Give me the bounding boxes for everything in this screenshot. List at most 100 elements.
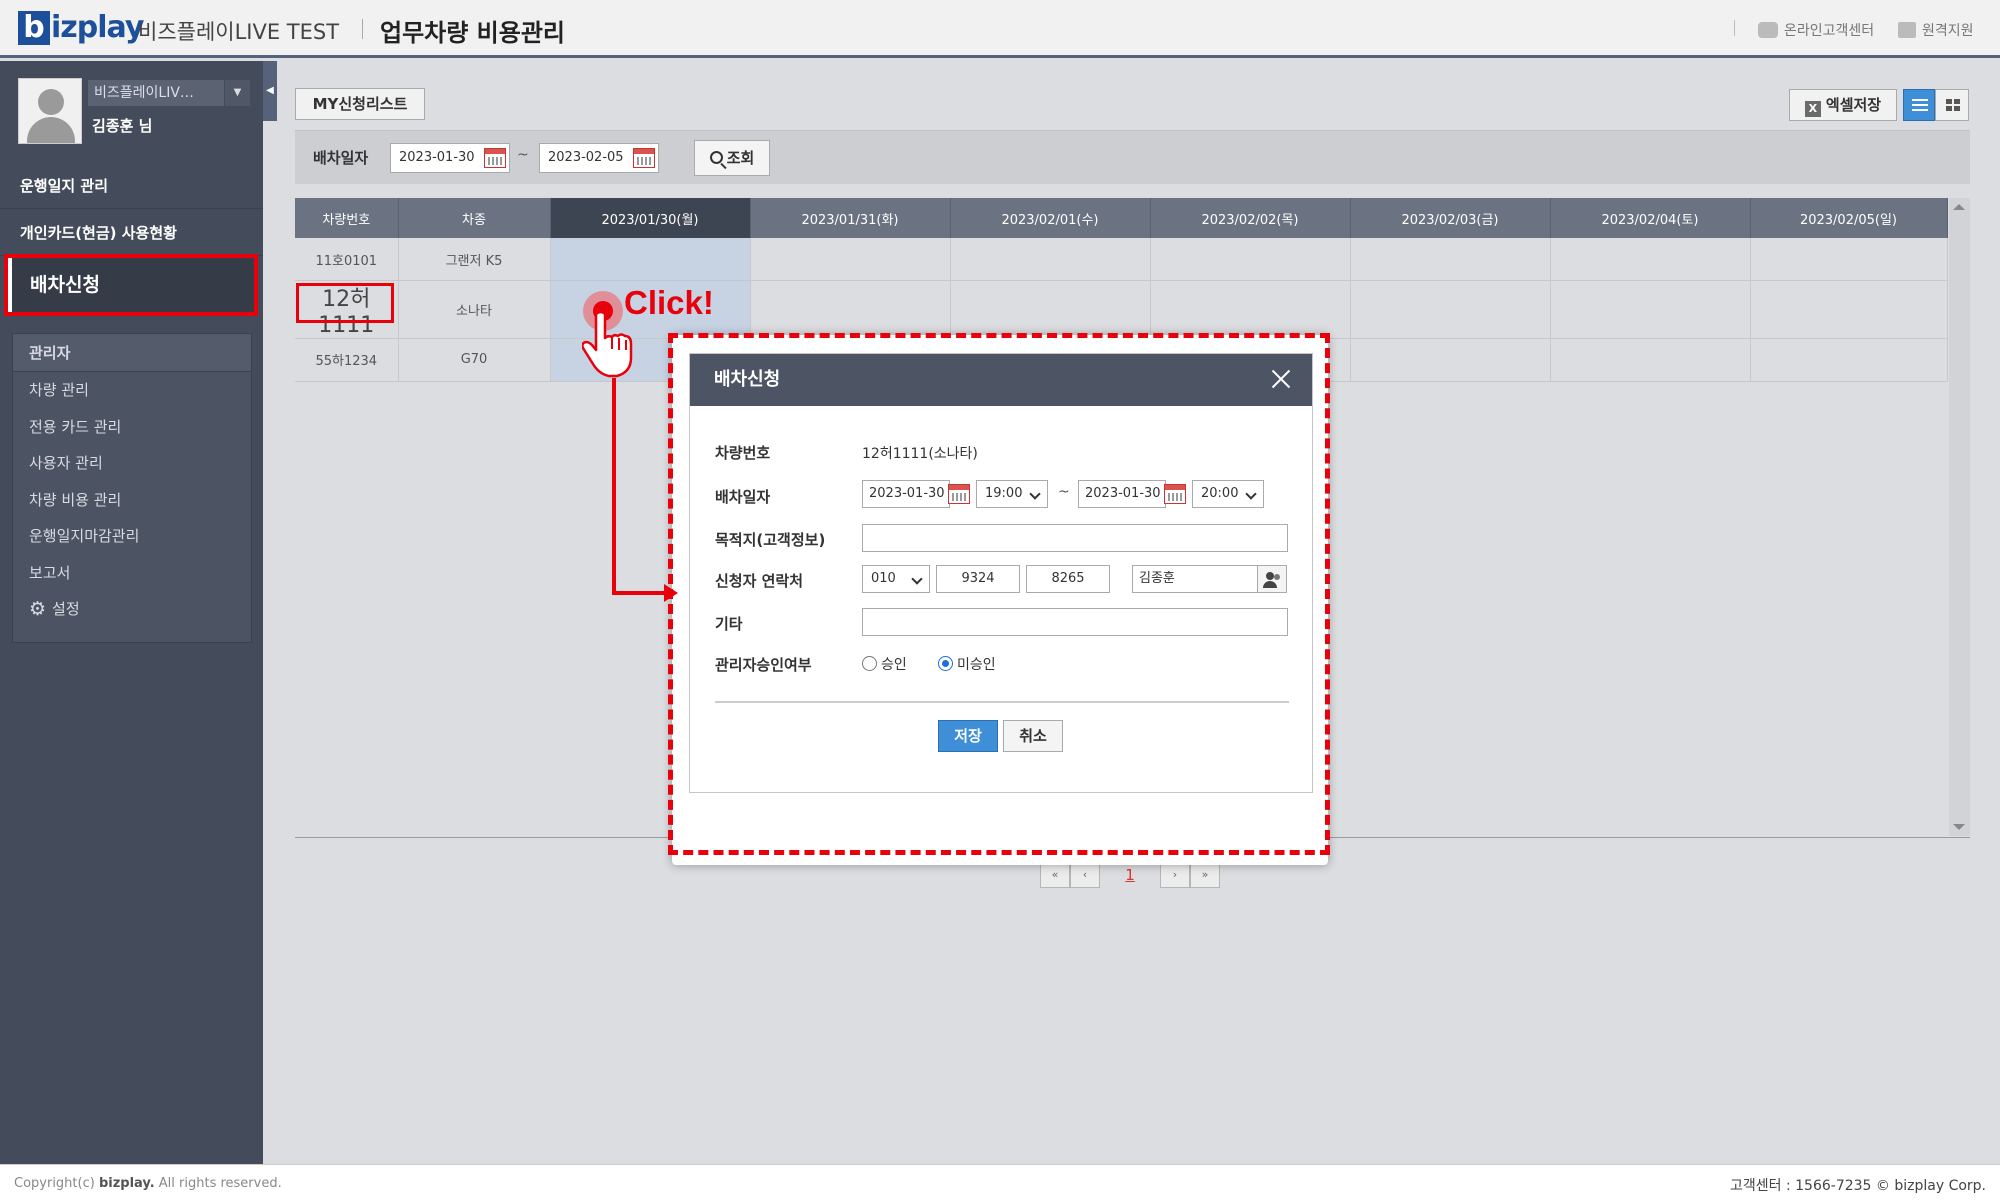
col-date[interactable]: 2023/02/05(일)	[1750, 198, 1948, 238]
search-date-label: 배차일자	[313, 149, 369, 167]
scroll-up-icon[interactable]	[1953, 204, 1965, 210]
user-name: 김종훈 님	[92, 117, 153, 135]
col-model: 차종	[398, 198, 551, 238]
site-name: 비즈플레이LIVE TEST	[138, 20, 340, 44]
cell-car-no: 11호0101	[295, 238, 399, 281]
list-view-button[interactable]	[1903, 89, 1935, 121]
search-bar: 배차일자 2023-01-30 ~ 2023-02-05 조회	[295, 130, 1970, 184]
col-date[interactable]: 2023/01/31(화)	[750, 198, 951, 238]
click-annotation: Click!	[624, 284, 714, 321]
logo-mark: b	[18, 10, 50, 45]
annotation-arrow	[612, 378, 616, 594]
my-request-list-button[interactable]: MY신청리스트	[295, 88, 425, 120]
table-row: 11호0101 그랜저 K5	[295, 238, 1948, 281]
copyright-suffix: All rights reserved.	[154, 1176, 282, 1191]
remote-support-label: 원격지원	[1922, 23, 1974, 39]
online-center-label: 온라인고객센터	[1784, 23, 1875, 39]
gear-icon: ⚙	[29, 598, 47, 620]
schedule-cell[interactable]	[1750, 338, 1948, 382]
admin-item-log-close[interactable]: 운행일지마감관리	[13, 518, 251, 555]
scroll-down-icon[interactable]	[1953, 824, 1965, 830]
chevron-down-icon[interactable]: ▼	[224, 80, 250, 106]
search-from-value: 2023-01-30	[399, 150, 475, 165]
table-row: 12허1111 소나타	[295, 280, 1948, 339]
grid-icon	[1946, 99, 1960, 112]
avatar-body	[27, 117, 75, 143]
company-select[interactable]: 비즈플레이LIV… ▼	[88, 80, 250, 106]
admin-item-vehicle[interactable]: 차량 관리	[13, 372, 251, 409]
search-button[interactable]: 조회	[694, 140, 770, 176]
avatar-head	[38, 89, 64, 115]
page-first-button[interactable]: «	[1040, 862, 1070, 888]
page-prev-button[interactable]: ‹	[1070, 862, 1100, 888]
schedule-cell[interactable]	[750, 280, 951, 339]
grid-view-button[interactable]	[1935, 89, 1969, 121]
search-from-date[interactable]: 2023-01-30	[390, 143, 510, 173]
schedule-cell[interactable]	[1350, 238, 1551, 281]
chat-icon	[1758, 22, 1778, 38]
table-header-row: 차량번호 차종 2023/01/30(월) 2023/01/31(화) 2023…	[295, 198, 1948, 238]
admin-item-settings[interactable]: ⚙ 설정	[13, 591, 251, 628]
annotation-arrow	[612, 591, 667, 595]
col-date[interactable]: 2023/02/01(수)	[950, 198, 1151, 238]
dialog-highlight-frame	[668, 333, 1330, 855]
calendar-icon[interactable]	[633, 148, 655, 168]
schedule-cell[interactable]	[1150, 238, 1351, 281]
user-profile: 비즈플레이LIV… ▼ 김종훈 님	[18, 78, 254, 144]
col-car-no: 차량번호	[295, 198, 399, 238]
cell-model: G70	[398, 338, 551, 382]
pagination: « ‹ 1 › »	[1040, 862, 1220, 888]
app-header: b izplay 비즈플레이LIVE TEST 업무차량 비용관리 온라인고객센…	[0, 0, 2000, 58]
page-number[interactable]: 1	[1100, 866, 1160, 884]
excel-save-label: 엑셀저장	[1825, 96, 1882, 114]
menu-dispatch-request[interactable]: 배차신청	[4, 254, 258, 316]
menu-drive-log[interactable]: 운행일지 관리	[0, 163, 263, 209]
footer: Copyright(c) bizplay. All rights reserve…	[0, 1164, 2000, 1201]
admin-item-card[interactable]: 전용 카드 관리	[13, 409, 251, 446]
schedule-cell[interactable]	[1750, 238, 1948, 281]
cell-car-no: 55하1234	[295, 338, 399, 382]
avatar	[18, 78, 82, 144]
company-select-value: 비즈플레이LIV…	[94, 85, 194, 101]
menu-personal-card[interactable]: 개인카드(현금) 사용현황	[0, 210, 263, 256]
col-date[interactable]: 2023/02/02(목)	[1150, 198, 1351, 238]
copyright-brand: bizplay.	[98, 1176, 155, 1191]
customer-center: 고객센터 : 1566-7235 © bizplay Corp.	[1730, 1178, 1986, 1194]
admin-item-report[interactable]: 보고서	[13, 555, 251, 592]
logo-text: izplay	[51, 10, 144, 45]
cell-model: 소나타	[398, 280, 551, 339]
schedule-cell[interactable]	[1550, 280, 1751, 339]
col-date[interactable]: 2023/01/30(월)	[550, 198, 751, 238]
schedule-cell[interactable]	[1550, 238, 1751, 281]
sidebar-collapse-toggle[interactable]: ◀	[263, 61, 277, 121]
schedule-cell[interactable]	[1150, 280, 1351, 339]
page-next-button[interactable]: ›	[1160, 862, 1190, 888]
schedule-cell[interactable]	[550, 238, 751, 281]
schedule-cell[interactable]	[1750, 280, 1948, 339]
schedule-cell[interactable]	[1350, 280, 1551, 339]
menu-dispatch-request-label: 배차신청	[30, 274, 100, 296]
schedule-cell[interactable]	[1350, 338, 1551, 382]
remote-support-link[interactable]: 원격지원	[1898, 20, 1974, 40]
calendar-icon[interactable]	[484, 148, 506, 168]
list-icon	[1912, 99, 1928, 111]
schedule-cell[interactable]	[950, 238, 1151, 281]
table-scrollbar[interactable]	[1949, 198, 1970, 836]
schedule-cell[interactable]	[750, 238, 951, 281]
online-center-link[interactable]: 온라인고객센터	[1758, 20, 1874, 40]
copyright: Copyright(c) bizplay. All rights reserve…	[14, 1176, 282, 1191]
schedule-cell[interactable]	[1550, 338, 1751, 382]
search-to-value: 2023-02-05	[548, 150, 624, 165]
col-date[interactable]: 2023/02/03(금)	[1350, 198, 1551, 238]
excel-save-button[interactable]: X 엑셀저장	[1789, 89, 1897, 121]
admin-item-cost[interactable]: 차량 비용 관리	[13, 482, 251, 519]
col-date[interactable]: 2023/02/04(토)	[1550, 198, 1751, 238]
search-to-date[interactable]: 2023-02-05	[539, 143, 659, 173]
schedule-cell[interactable]	[950, 280, 1151, 339]
car-number-highlight	[296, 283, 394, 323]
admin-item-user[interactable]: 사용자 관리	[13, 445, 251, 482]
bizplay-logo[interactable]: b izplay	[18, 10, 144, 45]
header-link-divider	[1734, 20, 1735, 36]
cell-model: 그랜저 K5	[398, 238, 551, 281]
page-last-button[interactable]: »	[1190, 862, 1220, 888]
